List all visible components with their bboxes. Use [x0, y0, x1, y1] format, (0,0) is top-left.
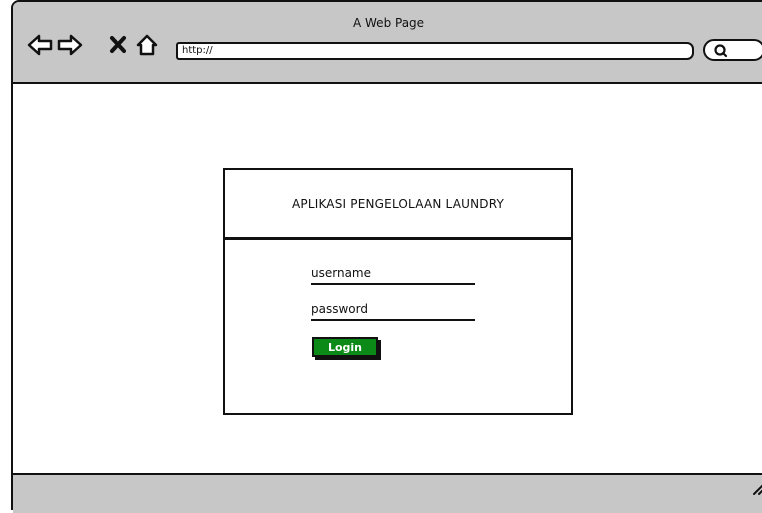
- login-button[interactable]: Login: [312, 337, 378, 357]
- search-box[interactable]: [703, 39, 762, 61]
- home-icon[interactable]: [135, 33, 161, 57]
- browser-window: A Web Page http:// APLIKASI PENGELOLAAN …: [11, 0, 762, 513]
- app-title: APLIKASI PENGELOLAAN LAUNDRY: [225, 170, 571, 240]
- window-title: A Web Page: [353, 16, 425, 30]
- close-icon[interactable]: [107, 33, 133, 57]
- login-panel: APLIKASI PENGELOLAAN LAUNDRY username pa…: [223, 168, 573, 415]
- address-bar[interactable]: http://: [176, 42, 694, 60]
- forward-arrow-icon[interactable]: [57, 33, 83, 57]
- resize-grip-icon[interactable]: [751, 481, 762, 497]
- username-field[interactable]: username: [311, 265, 475, 285]
- status-bar: [13, 473, 762, 513]
- password-field[interactable]: password: [311, 301, 475, 321]
- browser-toolbar: A Web Page http://: [13, 2, 762, 84]
- search-icon: [714, 44, 728, 58]
- back-arrow-icon[interactable]: [27, 33, 53, 57]
